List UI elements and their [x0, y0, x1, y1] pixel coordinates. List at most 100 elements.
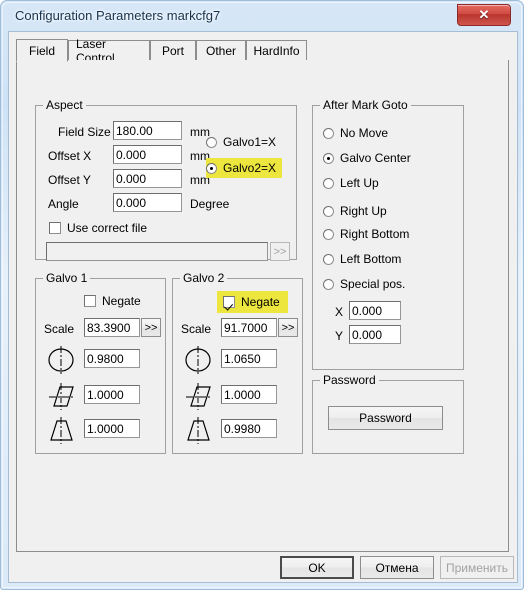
group-password: Password Password	[312, 373, 464, 454]
special-pos-y-input[interactable]	[349, 325, 401, 344]
correct-file-browse-button[interactable]: >>	[270, 242, 290, 261]
offset-x-input[interactable]	[113, 145, 182, 164]
radio-label: Left Bottom	[340, 252, 402, 266]
galvo2-scale-input[interactable]	[221, 318, 277, 337]
apply-button[interactable]: Применить	[440, 556, 514, 579]
apply-button-label: Применить	[445, 560, 508, 575]
angle-label: Angle	[48, 197, 79, 211]
ok-button-label: OK	[308, 560, 326, 575]
special-pos-x-label: X	[335, 305, 344, 319]
title-bar: Configuration Parameters markcfg7 ✕	[1, 1, 524, 31]
galvo2-scale-label: Scale	[181, 322, 212, 336]
parallelogram-correction-icon	[49, 383, 74, 410]
tab-port[interactable]: Port	[150, 40, 196, 61]
offset-y-label: Offset Y	[48, 173, 91, 187]
galvo2-parallelogram-input[interactable]	[221, 385, 277, 404]
radio-mark-icon	[323, 205, 334, 217]
group-aspect-label: Aspect	[43, 98, 86, 112]
dialog-client-area: Field Laser Control Port Other HardInfo …	[8, 31, 518, 583]
password-button[interactable]: Password	[328, 406, 443, 430]
radio-label: Galvo Center	[340, 151, 411, 165]
close-button[interactable]: ✕	[457, 4, 511, 26]
radio-label: Galvo2=X	[223, 161, 277, 175]
tab-hardinfo[interactable]: HardInfo	[246, 40, 307, 61]
tab-strip: Field Laser Control Port Other HardInfo	[16, 37, 509, 65]
checkbox-galvo2-negate[interactable]: Negate	[217, 291, 288, 313]
special-pos-x-input[interactable]	[349, 301, 401, 320]
checkbox-box-icon	[84, 295, 96, 307]
group-galvo2-label: Galvo 2	[180, 271, 228, 285]
field-size-input[interactable]	[113, 121, 182, 140]
radio-right-bottom[interactable]: Right Bottom	[323, 227, 409, 241]
group-galvo2: Galvo 2 Negate Scale >>	[172, 271, 303, 454]
tab-field[interactable]: Field	[16, 39, 68, 62]
browse-label: >>	[281, 321, 295, 334]
ellipse-correction-icon	[185, 346, 211, 374]
cancel-button-label: Отмена	[375, 560, 419, 575]
cancel-button[interactable]: Отмена	[360, 556, 434, 579]
galvo1-ellipse-input[interactable]	[84, 349, 140, 368]
group-after-mark-goto: After Mark Goto No Move Galvo Center Lef…	[312, 98, 464, 370]
password-button-label: Password	[359, 411, 412, 425]
group-galvo1-label: Galvo 1	[43, 271, 91, 285]
offset-y-input[interactable]	[113, 169, 182, 188]
tab-label: Port	[161, 44, 184, 58]
radio-galvo1-x[interactable]: Galvo1=X	[206, 135, 276, 149]
checkbox-box-icon	[223, 296, 235, 308]
correct-file-input[interactable]	[46, 242, 268, 261]
checkbox-galvo1-negate[interactable]: Negate	[84, 294, 141, 308]
galvo1-trapezoid-input[interactable]	[84, 419, 140, 438]
tab-panel-field: Aspect Field Size mm Offset X mm Offset …	[16, 60, 509, 552]
radio-left-bottom[interactable]: Left Bottom	[323, 252, 401, 266]
radio-mark-icon	[323, 152, 334, 164]
tab-label: HardInfo	[253, 44, 300, 58]
galvo1-scale-browse-button[interactable]: >>	[141, 318, 161, 337]
tab-label: Field	[28, 43, 55, 58]
galvo1-scale-input[interactable]	[84, 318, 140, 337]
dialog-window: Configuration Parameters markcfg7 ✕ Fiel…	[0, 0, 524, 590]
radio-mark-icon	[323, 127, 334, 139]
galvo2-ellipse-input[interactable]	[221, 349, 277, 368]
tab-label: Other	[205, 44, 236, 58]
checkbox-use-correct-file[interactable]: Use correct file	[49, 221, 147, 235]
trapezoid-correction-icon	[50, 417, 73, 444]
radio-mark-icon	[323, 278, 334, 290]
radio-no-move[interactable]: No Move	[323, 126, 388, 140]
checkbox-label: Negate	[241, 295, 280, 309]
radio-special-pos[interactable]: Special pos.	[323, 277, 405, 291]
ellipse-correction-icon	[48, 346, 74, 374]
radio-galvo2-x[interactable]: Galvo2=X	[206, 158, 283, 178]
ok-button[interactable]: OK	[280, 556, 354, 579]
galvo1-parallelogram-input[interactable]	[84, 385, 140, 404]
radio-label: Special pos.	[340, 277, 406, 291]
angle-unit: Degree	[190, 197, 230, 211]
galvo2-scale-browse-button[interactable]: >>	[278, 318, 298, 337]
radio-label: No Move	[340, 126, 389, 140]
radio-label: Galvo1=X	[223, 135, 277, 149]
close-icon: ✕	[478, 7, 490, 22]
group-after-mark-goto-label: After Mark Goto	[320, 98, 411, 112]
checkbox-label: Use correct file	[67, 221, 148, 235]
dialog-button-bar: OK Отмена Применить	[16, 556, 514, 580]
radio-label: Right Bottom	[340, 227, 410, 241]
radio-left-up[interactable]: Left Up	[323, 176, 379, 190]
radio-right-up[interactable]: Right Up	[323, 204, 387, 218]
tab-other[interactable]: Other	[196, 40, 246, 61]
browse-label: >>	[273, 245, 287, 258]
group-password-label: Password	[320, 373, 379, 387]
trapezoid-correction-icon	[187, 417, 210, 444]
tab-laser-control[interactable]: Laser Control	[68, 37, 150, 65]
window-title: Configuration Parameters markcfg7	[15, 8, 221, 23]
radio-galvo-center[interactable]: Galvo Center	[323, 151, 411, 165]
radio-mark-icon	[323, 177, 334, 189]
parallelogram-correction-icon	[186, 383, 211, 410]
group-galvo1: Galvo 1 Negate Scale >>	[35, 271, 166, 454]
radio-mark-icon	[206, 136, 217, 148]
checkbox-label: Negate	[102, 294, 141, 308]
browse-label: >>	[144, 321, 158, 334]
angle-input[interactable]	[113, 193, 182, 212]
radio-mark-icon	[206, 162, 217, 174]
radio-mark-icon	[323, 253, 334, 265]
galvo2-trapezoid-input[interactable]	[221, 419, 277, 438]
radio-mark-icon	[323, 228, 334, 240]
